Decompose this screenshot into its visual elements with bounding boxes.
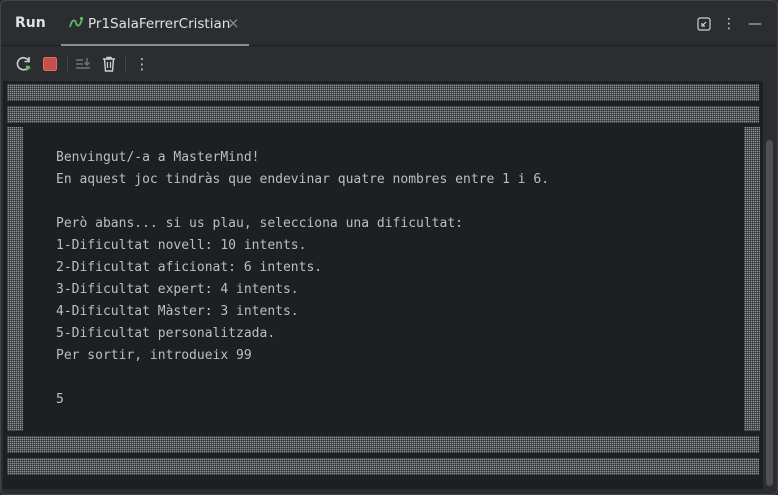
vertical-scrollbar[interactable] [766,140,773,486]
console-line: Per sortir, introdueix 99 [56,348,252,363]
scroll-to-end-button[interactable] [73,54,93,74]
stop-button[interactable] [40,54,60,74]
tab-label: Pr1SalaFerrerCristian [88,16,231,32]
close-icon[interactable]: × [227,14,240,32]
console-frame-top-1 [7,84,759,101]
restore-layout-button[interactable] [695,15,713,33]
more-actions-button[interactable]: ⋮ [132,54,152,74]
tab-run-configuration[interactable]: Pr1SalaFerrerCristian × [61,1,249,46]
minimize-icon: — [748,16,762,32]
restore-icon [697,17,711,31]
more-icon: ⋮ [134,55,150,73]
run-toolbar: ⋮ [1,46,777,80]
minimize-button[interactable]: — [746,15,764,33]
console-frame-left [7,127,23,431]
console-line: 5-Dificultat personalitzada. [56,326,276,341]
clear-all-button[interactable] [99,54,119,74]
console-line: En aquest joc tindràs que endevinar quat… [56,172,550,187]
console-text: Benvingut/-a a MasterMind! En aquest joc… [56,147,549,411]
run-panel-header: Run Pr1SalaFerrerCristian × ⋮ — [1,1,777,46]
toolbar-separator [67,56,68,72]
console-line: 4-Dificultat Màster: 3 intents. [56,304,299,319]
console-line: Benvingut/-a a MasterMind! [56,150,260,165]
console-frame-bottom-2 [7,458,759,475]
toolbar-separator [125,56,126,72]
console-input-line: 5 [56,392,64,407]
console-frame-bottom-1 [7,436,759,453]
console-line: 1-Dificultat novell: 10 intents. [56,238,307,253]
console-output-area[interactable]: Benvingut/-a a MasterMind! En aquest joc… [3,81,763,489]
rerun-icon [16,56,31,71]
rerun-button[interactable] [14,54,34,74]
console-line: Però abans... si us plau, selecciona una… [56,216,463,231]
console-frame-right [744,127,760,431]
stop-icon [43,57,57,71]
run-config-icon [69,16,84,28]
run-tool-window: Run Pr1SalaFerrerCristian × ⋮ — ⋮ Benvin… [0,0,778,495]
run-panel-title: Run [15,15,46,31]
console-line: 2-Dificultat aficionat: 6 intents. [56,260,323,275]
trash-icon [103,56,115,72]
console-frame-top-2 [7,106,759,123]
vertical-dots-icon: ⋮ [722,16,736,32]
options-button[interactable]: ⋮ [720,15,738,33]
scroll-to-end-icon [76,58,90,69]
console-line: 3-Dificultat expert: 4 intents. [56,282,299,297]
